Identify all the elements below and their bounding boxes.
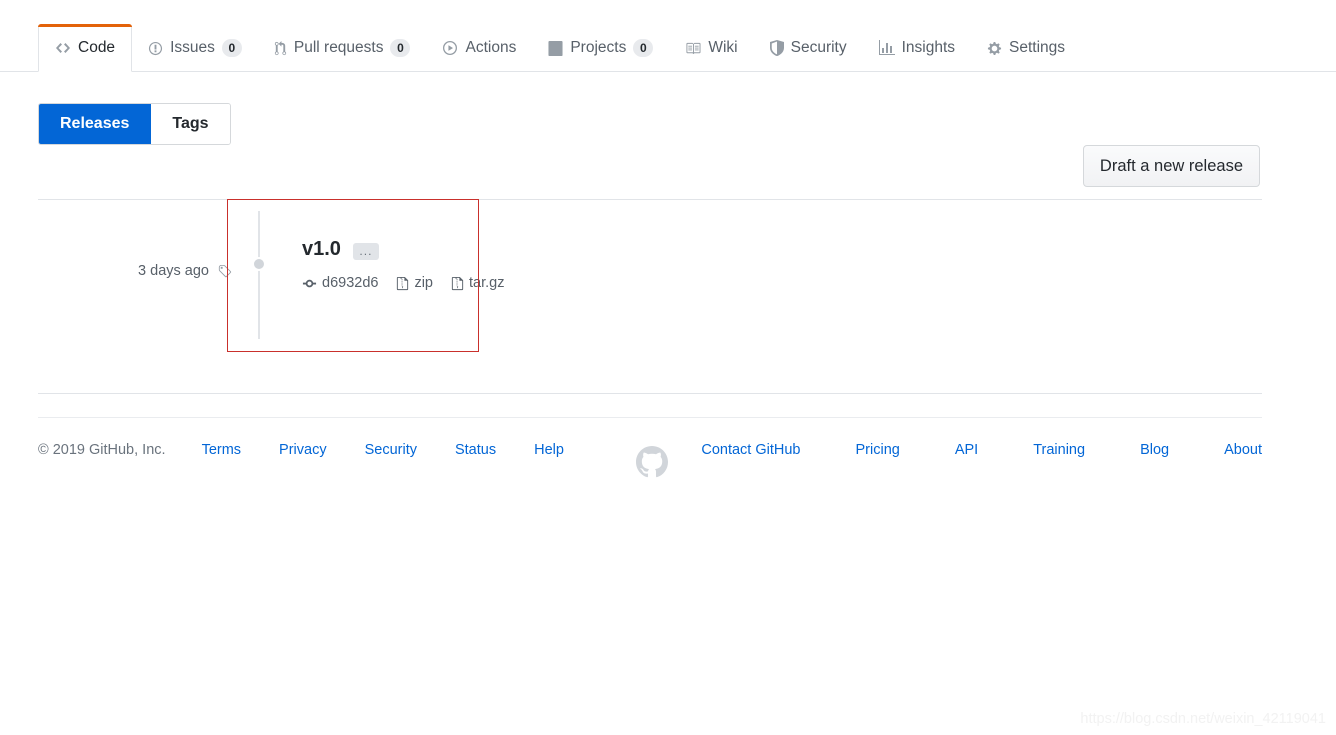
watermark: https://blog.csdn.net/weixin_42119041 [1080, 711, 1326, 727]
git-commit-icon [302, 276, 317, 291]
download-zip-link[interactable]: zip [396, 275, 433, 291]
list-divider-bottom [38, 393, 1262, 394]
tab-security-label: Security [790, 39, 847, 56]
footer-link-about[interactable]: About [1224, 442, 1262, 458]
tab-projects[interactable]: Projects 0 [532, 25, 669, 71]
download-zip-label: zip [414, 275, 433, 291]
footer-link-privacy[interactable]: Privacy [279, 442, 327, 458]
download-targz-label: tar.gz [469, 275, 505, 291]
shield-icon [769, 40, 784, 56]
tab-code[interactable]: Code [38, 24, 133, 72]
play-icon [442, 40, 458, 56]
release-timeline [242, 199, 278, 339]
tab-wiki-label: Wiki [708, 39, 738, 56]
footer-link-api[interactable]: API [955, 442, 978, 458]
releases-tags-subnav: Releases Tags [38, 103, 231, 145]
page-footer: © 2019 GitHub, Inc. Terms Privacy Securi… [38, 417, 1262, 478]
footer-link-security[interactable]: Security [365, 442, 417, 458]
release-downloads: d6932d6 zip tar.gz [302, 275, 516, 291]
tag-icon [217, 264, 232, 279]
tab-issues[interactable]: Issues 0 [132, 25, 258, 71]
footer-link-blog[interactable]: Blog [1140, 442, 1169, 458]
footer-copyright: © 2019 GitHub, Inc. [38, 442, 166, 458]
subnav-item-releases[interactable]: Releases [39, 104, 152, 144]
tab-insights-label: Insights [901, 39, 956, 56]
timeline-dot [252, 257, 266, 271]
book-icon [685, 41, 701, 56]
tab-wiki[interactable]: Wiki [669, 25, 753, 71]
footer-link-pricing[interactable]: Pricing [856, 442, 900, 458]
tab-insights[interactable]: Insights [863, 25, 971, 71]
footer-left-links: © 2019 GitHub, Inc. Terms Privacy Securi… [38, 442, 602, 458]
project-icon [548, 40, 563, 56]
issue-opened-icon [148, 41, 163, 56]
timeline-line [258, 211, 260, 339]
issues-counter: 0 [221, 39, 242, 57]
footer-link-help[interactable]: Help [534, 442, 564, 458]
file-zip-icon [396, 276, 409, 291]
footer-right-links: Contact GitHub Pricing API Training Blog… [646, 442, 1262, 458]
tab-pull-requests-label: Pull requests [293, 39, 384, 56]
graph-icon [878, 40, 895, 56]
tab-issues-label: Issues [170, 39, 215, 56]
release-body: v1.0 ... d6932d6 zip tar.gz [278, 199, 516, 291]
code-icon [55, 40, 71, 56]
footer-link-training[interactable]: Training [1033, 442, 1085, 458]
release-row: 3 days ago v1.0 ... d6932d6 zip tar.gz [38, 199, 1262, 339]
tab-projects-label: Projects [570, 39, 627, 56]
projects-counter: 0 [633, 39, 654, 57]
draft-new-release-button[interactable]: Draft a new release [1082, 145, 1260, 187]
release-commit-link[interactable]: d6932d6 [302, 275, 378, 291]
file-zip-icon [451, 276, 464, 291]
tab-settings-label: Settings [1009, 39, 1066, 56]
tab-pull-requests[interactable]: Pull requests 0 [258, 25, 427, 71]
footer-link-terms[interactable]: Terms [202, 442, 241, 458]
repo-navigation: Code Issues 0 Pull requests 0 Actions Pr… [0, 0, 1336, 72]
github-mark-icon [636, 446, 668, 478]
repo-nav-list: Code Issues 0 Pull requests 0 Actions Pr… [38, 19, 1081, 72]
release-version-link[interactable]: v1.0 [302, 237, 341, 261]
release-title-row: v1.0 ... [302, 237, 516, 261]
footer-link-contact-github[interactable]: Contact GitHub [701, 442, 800, 458]
tab-actions-label: Actions [465, 39, 517, 56]
release-commit-sha: d6932d6 [322, 275, 379, 291]
subnav-item-tags[interactable]: Tags [151, 104, 230, 144]
release-meta: 3 days ago [38, 199, 242, 291]
release-ellipsis-badge[interactable]: ... [352, 242, 379, 260]
tab-actions[interactable]: Actions [426, 25, 532, 71]
footer-link-status[interactable]: Status [455, 442, 496, 458]
git-pull-request-icon [274, 40, 287, 56]
tab-settings[interactable]: Settings [971, 25, 1081, 71]
tab-code-label: Code [78, 39, 116, 56]
release-relative-time: 3 days ago [138, 263, 209, 279]
pull-requests-counter: 0 [390, 39, 411, 57]
tab-security[interactable]: Security [754, 25, 863, 71]
download-targz-link[interactable]: tar.gz [451, 275, 504, 291]
gear-icon [987, 41, 1002, 56]
